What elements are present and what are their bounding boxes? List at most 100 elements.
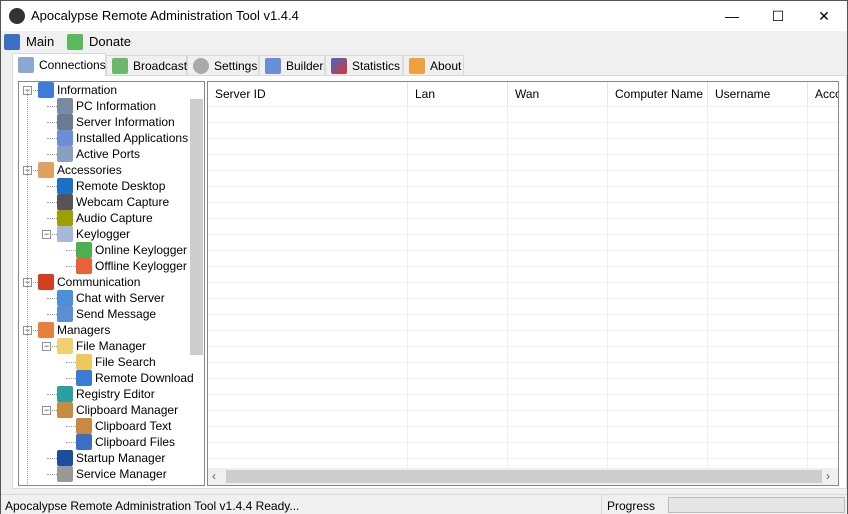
grid-row-line [208, 106, 838, 107]
tree-node-label: PC Information [76, 99, 157, 113]
tab-about[interactable]: About [403, 55, 464, 75]
tree-connector [47, 474, 57, 475]
tree-node-file-manager[interactable]: File Manager [57, 338, 146, 354]
column-header[interactable]: Acco [808, 82, 838, 106]
tree-scroll-thumb[interactable] [190, 99, 203, 355]
monitor-icon [4, 34, 20, 50]
tree-node-send-message[interactable]: Send Message [57, 306, 156, 322]
connections-grid[interactable]: Server IDLanWanComputer NameUsernameAcco… [207, 81, 839, 486]
minimize-button[interactable]: — [709, 1, 755, 31]
tree-node-remote-desktop[interactable]: Remote Desktop [57, 178, 165, 194]
tree-connector [66, 426, 76, 427]
title-bar: Apocalypse Remote Administration Tool v1… [1, 1, 847, 31]
star-icon [409, 57, 425, 74]
maximize-button[interactable]: ☐ [755, 1, 801, 31]
close-button[interactable]: ✕ [801, 1, 847, 31]
tree-node-label: Service Manager [76, 467, 167, 481]
menu-bar: Main Donate [1, 31, 847, 53]
tab-label: Connections [39, 58, 106, 72]
collapse-toggle-icon[interactable]: − [42, 230, 51, 239]
tree-node-server-information[interactable]: Server Information [57, 114, 175, 130]
column-header[interactable]: Server ID [208, 82, 408, 106]
column-header[interactable]: Lan [408, 82, 508, 106]
tree-node-label: Active Ports [76, 147, 141, 161]
tree-connector [47, 458, 57, 459]
tree-node-pc-information[interactable]: PC Information [57, 98, 156, 114]
tab-builder[interactable]: Builder [259, 55, 325, 75]
clipboard-icon [57, 402, 73, 418]
tree-connector [66, 266, 76, 267]
grid-row-line [208, 298, 838, 299]
grid-row-line [208, 250, 838, 251]
column-header[interactable]: Computer Name [608, 82, 708, 106]
tree-node-label: Accessories [57, 163, 122, 177]
tree-node-communication[interactable]: Communication [38, 274, 140, 290]
tree-node-chat-with-server[interactable]: Chat with Server [57, 290, 165, 306]
tree-node-information[interactable]: Information [38, 82, 117, 98]
tree-node-service-manager[interactable]: Service Manager [57, 466, 167, 482]
tree-node-clipboard-manager[interactable]: Clipboard Manager [57, 402, 178, 418]
wrench-icon [38, 322, 54, 338]
column-header[interactable]: Username [708, 82, 808, 106]
grid-column-line [707, 106, 708, 468]
info-icon [38, 82, 54, 98]
grid-column-line [407, 106, 408, 468]
grid-horizontal-scrollbar[interactable]: ‹ › [208, 468, 838, 485]
menu-main[interactable]: Main [4, 33, 54, 51]
server-icon [18, 57, 34, 73]
server-info-icon [57, 114, 73, 130]
grid-scroll-thumb[interactable] [226, 470, 822, 483]
tab-settings[interactable]: Settings [187, 55, 259, 75]
broadcast-icon [112, 57, 128, 74]
menu-label: Donate [89, 34, 131, 49]
download-icon [76, 370, 92, 386]
tree-connector [47, 122, 57, 123]
grid-row-line [208, 154, 838, 155]
tree-node-registry-editor[interactable]: Registry Editor [57, 386, 155, 402]
tree-node-offline-keylogger[interactable]: Offline Keylogger [76, 258, 187, 274]
tree-node-startup-manager[interactable]: Startup Manager [57, 450, 165, 466]
tab-broadcast[interactable]: Broadcast [106, 55, 187, 75]
scroll-left-icon[interactable]: ‹ [212, 469, 216, 483]
tab-label: Settings [214, 58, 258, 73]
menu-donate[interactable]: Donate [67, 33, 131, 51]
tree-node-clipboard-text[interactable]: Clipboard Text [76, 418, 172, 434]
tree-node-active-ports[interactable]: Active Ports [57, 146, 140, 162]
tree-node-accessories[interactable]: Accessories [38, 162, 122, 178]
wrench-icon [265, 57, 281, 74]
tree-node-remote-download[interactable]: Remote Download [76, 370, 194, 386]
tab-label: Builder [286, 58, 324, 73]
column-header[interactable]: Wan [508, 82, 608, 106]
tree-connector [47, 138, 57, 139]
tree-node-managers[interactable]: Managers [38, 322, 110, 338]
tree-node-audio-capture[interactable]: Audio Capture [57, 210, 153, 226]
grid-row-line [208, 458, 838, 459]
tree-node-label: Remote Desktop [76, 179, 166, 193]
collapse-toggle-icon[interactable]: − [42, 342, 51, 351]
tree-node-online-keylogger[interactable]: Online Keylogger [76, 242, 187, 258]
tree-connector [66, 442, 76, 443]
grid-row-line [208, 218, 838, 219]
tree-node-clipboard-files[interactable]: Clipboard Files [76, 434, 175, 450]
grid-column-line [807, 106, 808, 468]
tree-connector [47, 298, 57, 299]
tree-node-installed-applications[interactable]: Installed Applications [57, 130, 188, 146]
feature-tree[interactable]: Information − PC Information Server Informa… [18, 81, 205, 486]
tree-connector [66, 250, 76, 251]
windows-icon [57, 450, 73, 466]
scroll-right-icon[interactable]: › [826, 469, 830, 483]
progress-bar [668, 497, 845, 513]
tree-node-keylogger[interactable]: Keylogger [57, 226, 130, 242]
tab-statistics[interactable]: Statistics [325, 55, 403, 75]
grid-column-line [607, 106, 608, 468]
tab-connections[interactable]: Connections [12, 53, 106, 76]
clipboard-files-icon [76, 434, 92, 450]
collapse-toggle-icon[interactable]: − [42, 406, 51, 415]
status-bar: Apocalypse Remote Administration Tool v1… [1, 494, 847, 514]
grid-row-line [208, 410, 838, 411]
tree-node-label: Remote Download [95, 371, 194, 385]
money-icon [67, 34, 83, 50]
tree-node-webcam-capture[interactable]: Webcam Capture [57, 194, 169, 210]
tree-connector [66, 378, 76, 379]
tree-node-file-search[interactable]: File Search [76, 354, 156, 370]
